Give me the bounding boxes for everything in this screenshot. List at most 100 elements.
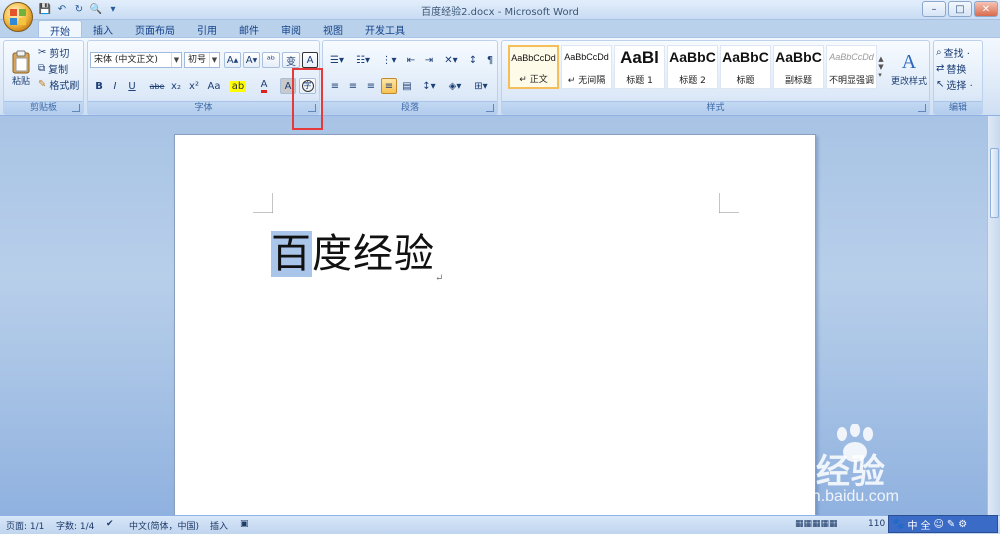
bullets-button[interactable]: ☰▾ bbox=[325, 52, 349, 68]
proofing-icon[interactable]: ✔ bbox=[106, 519, 114, 529]
ime-settings-icon[interactable]: ⚙ bbox=[958, 519, 967, 530]
font-name-combo[interactable]: 宋体 (中文正文) ▼ bbox=[90, 52, 182, 68]
gallery-scroll-button[interactable]: ▲ ▼ ▾ bbox=[876, 45, 886, 89]
tab-developer[interactable]: 开发工具 bbox=[354, 20, 416, 37]
paste-button[interactable]: 粘贴 bbox=[8, 43, 34, 93]
tab-mailings[interactable]: 邮件 bbox=[228, 20, 270, 37]
justify-button[interactable]: ≡ bbox=[381, 78, 397, 94]
ime-fullwidth[interactable]: 全 bbox=[920, 517, 930, 532]
clear-format-button[interactable]: ᵃᵇ bbox=[262, 52, 280, 68]
editing-group-label: 编辑 bbox=[934, 101, 982, 114]
tab-view[interactable]: 视图 bbox=[312, 20, 354, 37]
style-heading-2[interactable]: AaBbC 标题 2 bbox=[667, 45, 718, 89]
styles-group-label: 样式 bbox=[502, 101, 929, 114]
grow-font-button[interactable]: A ▲ bbox=[224, 52, 241, 68]
tab-review[interactable]: 审阅 bbox=[270, 20, 312, 37]
align-center-button[interactable]: ≡ bbox=[345, 78, 361, 94]
page-count[interactable]: 页面: 1/1 bbox=[6, 519, 44, 532]
font-size-combo[interactable]: 初号 ▼ bbox=[184, 52, 220, 68]
ime-chinese-mode[interactable]: 中 bbox=[907, 517, 917, 532]
replace-button[interactable]: ⇄ 替换 bbox=[936, 60, 982, 76]
style-subtle-emphasis[interactable]: AaBbCcDd 不明显强调 bbox=[826, 45, 877, 89]
style-normal[interactable]: AaBbCcDd ↵ 正文 bbox=[508, 45, 559, 89]
close-button[interactable]: ✕ bbox=[974, 1, 998, 17]
chevron-down-icon: ▼ bbox=[209, 53, 219, 67]
styles-dialog-launcher[interactable] bbox=[918, 104, 926, 112]
bold-button[interactable]: B bbox=[92, 78, 106, 94]
office-button[interactable] bbox=[3, 2, 33, 32]
superscript-button[interactable]: x² bbox=[186, 78, 202, 94]
font-color-button[interactable]: A bbox=[254, 78, 274, 94]
sort-button[interactable]: ↕ bbox=[465, 52, 481, 68]
tab-home[interactable]: 开始 bbox=[38, 20, 82, 38]
increase-indent-button[interactable]: ⇥ bbox=[421, 52, 437, 68]
vertical-scrollbar[interactable] bbox=[987, 116, 1000, 520]
tab-references[interactable]: 引用 bbox=[186, 20, 228, 37]
change-styles-button[interactable]: A 更改样式 bbox=[889, 43, 929, 95]
ime-emoji-icon[interactable]: ☺ bbox=[933, 519, 943, 530]
font-name-value: 宋体 (中文正文) bbox=[94, 55, 158, 65]
align-left-button[interactable]: ≡ bbox=[327, 78, 343, 94]
format-painter-button[interactable]: ✎ 格式刷 bbox=[38, 76, 84, 92]
copy-label: 复制 bbox=[48, 64, 69, 76]
zoom-level[interactable]: 110 bbox=[868, 519, 885, 529]
select-button[interactable]: ↖ 选择 · bbox=[936, 76, 982, 92]
line-spacing-button[interactable]: ↕▾ bbox=[417, 78, 441, 94]
view-buttons[interactable]: ▦▦▦▦▦ bbox=[795, 519, 838, 529]
office-logo-icon bbox=[10, 9, 26, 25]
style-sample: AaBbC bbox=[722, 49, 769, 65]
scrollbar-thumb[interactable] bbox=[990, 148, 999, 218]
highlighter-icon: ab bbox=[229, 80, 247, 92]
change-case-button[interactable]: Aa bbox=[204, 78, 224, 94]
multilevel-list-button[interactable]: ⋮▾ bbox=[377, 52, 401, 68]
ime-toolbar[interactable]: 🐾 中 全 ☺ ✎ ⚙ bbox=[888, 515, 998, 533]
underline-button[interactable]: U bbox=[125, 78, 139, 94]
char-border-button[interactable]: A bbox=[302, 52, 318, 68]
maximize-button[interactable]: □ bbox=[948, 1, 972, 17]
phonetic-guide-button[interactable]: 变 bbox=[282, 52, 300, 68]
style-sample: AaBbCcDd bbox=[511, 53, 556, 63]
highlight-button[interactable]: ab bbox=[228, 78, 248, 94]
paragraph-mark: ↵ bbox=[435, 273, 445, 284]
word-count[interactable]: 字数: 1/4 bbox=[56, 519, 94, 532]
document-text[interactable]: 百度经验↵ bbox=[271, 221, 444, 284]
italic-button[interactable]: I bbox=[108, 78, 122, 94]
decrease-indent-button[interactable]: ⇤ bbox=[403, 52, 419, 68]
document-page[interactable]: 百度经验↵ bbox=[174, 134, 816, 534]
style-name: ↵ 无间隔 bbox=[567, 76, 606, 86]
paragraph-dialog-launcher[interactable] bbox=[486, 104, 494, 112]
distributed-button[interactable]: ▤ bbox=[399, 78, 415, 94]
borders-button[interactable]: ⊞▾ bbox=[469, 78, 493, 94]
cut-button[interactable]: ✂ 剪切 bbox=[38, 44, 82, 60]
tab-insert[interactable]: 插入 bbox=[82, 20, 124, 37]
minimize-button[interactable]: – bbox=[922, 1, 946, 17]
insert-mode[interactable]: 插入 bbox=[210, 519, 228, 532]
tab-page-layout[interactable]: 页面布局 bbox=[124, 20, 186, 37]
macro-record-icon[interactable]: ▣ bbox=[240, 519, 249, 529]
find-label: 查找 · bbox=[943, 48, 970, 60]
clipboard-dialog-launcher[interactable] bbox=[72, 104, 80, 112]
strikethrough-button[interactable]: abe bbox=[148, 78, 166, 94]
selected-text[interactable]: 百 bbox=[271, 231, 312, 277]
font-color-icon: A bbox=[260, 79, 268, 93]
style-heading-1[interactable]: AaBl 标题 1 bbox=[614, 45, 665, 89]
align-right-button[interactable]: ≡ bbox=[363, 78, 379, 94]
style-title[interactable]: AaBbC 标题 bbox=[720, 45, 771, 89]
clipboard-icon bbox=[12, 50, 30, 73]
style-subtitle[interactable]: AaBbC 副标题 bbox=[773, 45, 824, 89]
chinese-layout-button[interactable]: ✕▾ bbox=[439, 52, 463, 68]
ime-handwriting-icon[interactable]: ✎ bbox=[947, 519, 955, 530]
find-button[interactable]: ⌕ 查找 · bbox=[936, 44, 982, 60]
copy-button[interactable]: ⧉ 复制 bbox=[38, 60, 82, 76]
font-group: 宋体 (中文正文) ▼ 初号 ▼ A ▲ A ▼ ᵃᵇ 变 A B I U abe … bbox=[87, 40, 320, 115]
language-indicator[interactable]: 中文(简体，中国) bbox=[129, 519, 199, 532]
style-name: 标题 2 bbox=[679, 76, 706, 86]
shrink-font-button[interactable]: A ▼ bbox=[243, 52, 260, 68]
ime-paw-icon[interactable]: 🐾 bbox=[892, 519, 904, 530]
body-text[interactable]: 度经验 bbox=[312, 231, 435, 277]
numbering-button[interactable]: ☷▾ bbox=[351, 52, 375, 68]
subscript-button[interactable]: x₂ bbox=[168, 78, 184, 94]
show-marks-button[interactable]: ¶ bbox=[483, 52, 497, 68]
style-no-spacing[interactable]: AaBbCcDd ↵ 无间隔 bbox=[561, 45, 612, 89]
shading-button[interactable]: ◈▾ bbox=[443, 78, 467, 94]
